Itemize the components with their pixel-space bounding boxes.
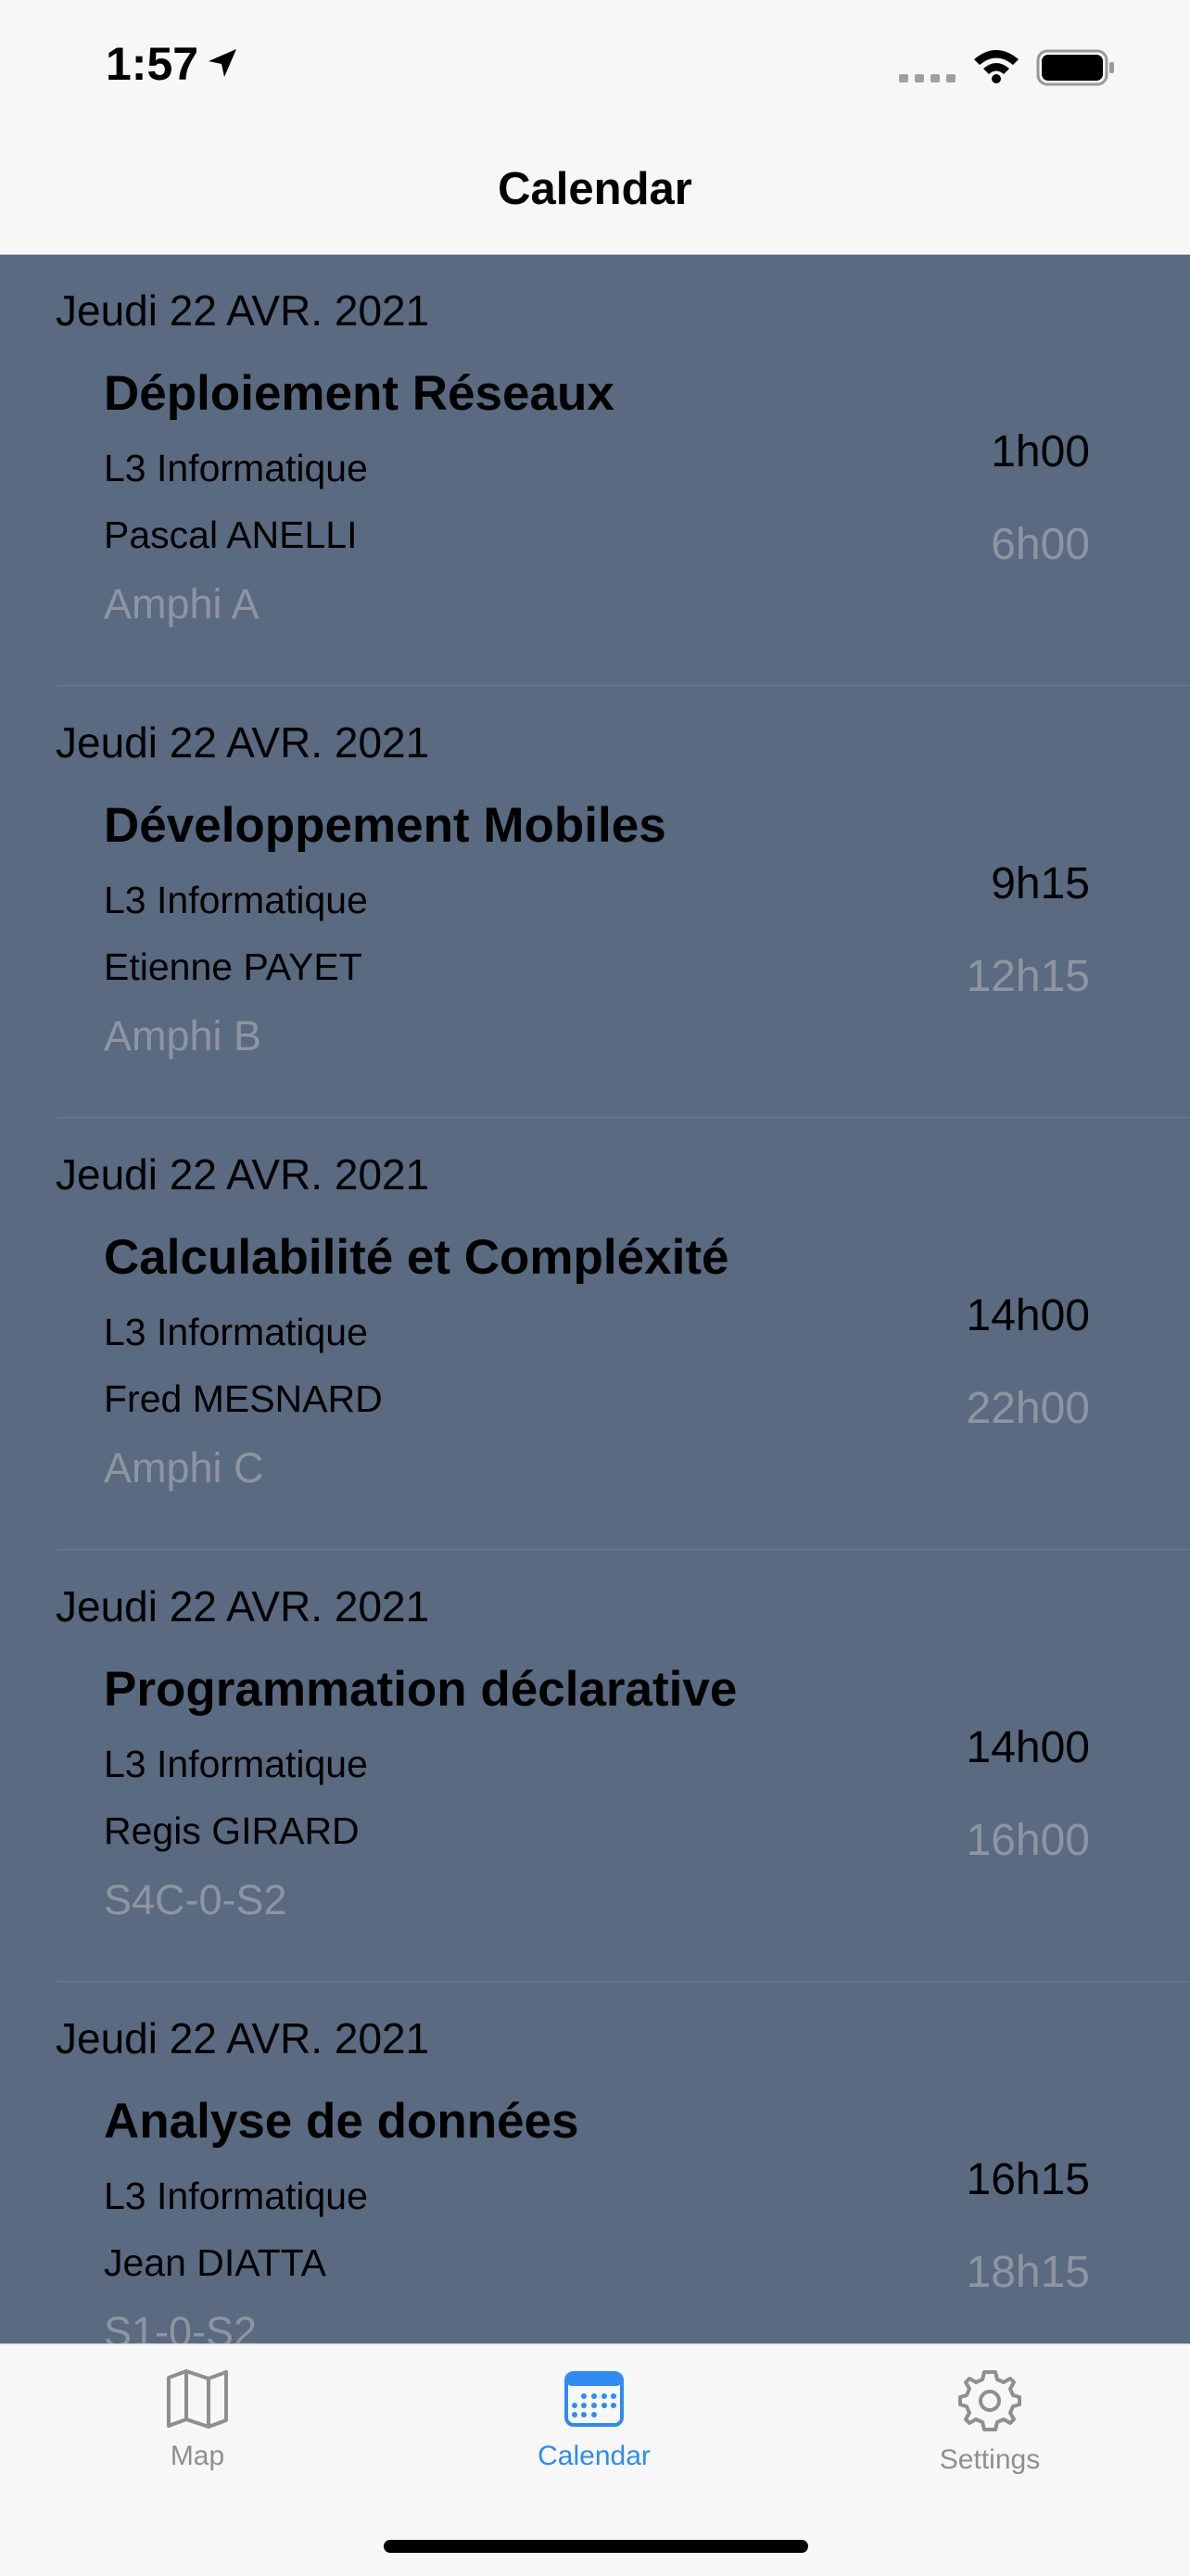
start-time: 9h15 xyxy=(991,859,1090,908)
tab-label: Map xyxy=(170,2441,225,2471)
start-time: 14h00 xyxy=(966,1723,1090,1772)
event-date: Jeudi 22 AVR. 2021 xyxy=(56,1582,430,1631)
tab-label: Calendar xyxy=(538,2441,651,2471)
course-group: L3 Informatique xyxy=(104,2175,368,2217)
home-indicator[interactable] xyxy=(384,2540,808,2553)
event-date: Jeudi 22 AVR. 2021 xyxy=(56,286,430,335)
tab-map[interactable]: Map xyxy=(86,2368,309,2498)
list-item[interactable]: Jeudi 22 AVR. 2021 Programmation déclara… xyxy=(0,1550,1190,1982)
list-item[interactable]: Jeudi 22 AVR. 2021 Analyse de données L3… xyxy=(0,1982,1190,2343)
status-bar: 1:57 xyxy=(0,0,1190,130)
calendar-icon xyxy=(564,2371,624,2427)
course-room: S4C-0-S2 xyxy=(104,1876,287,1923)
course-title: Développement Mobiles xyxy=(104,798,666,853)
list-item[interactable]: Jeudi 22 AVR. 2021 Développement Mobiles… xyxy=(0,686,1190,1118)
start-time: 16h15 xyxy=(966,2155,1090,2204)
event-date: Jeudi 22 AVR. 2021 xyxy=(56,1150,430,1199)
course-teacher: Pascal ANELLI xyxy=(104,514,358,556)
course-teacher: Jean DIATTA xyxy=(104,2241,326,2284)
end-time: 22h00 xyxy=(966,1384,1090,1433)
list-item[interactable]: Jeudi 22 AVR. 2021 Déploiement Réseaux L… xyxy=(0,254,1190,686)
course-room: Amphi A xyxy=(104,580,260,628)
course-title: Analyse de données xyxy=(104,2094,579,2149)
course-group: L3 Informatique xyxy=(104,1743,368,1785)
battery-full-icon xyxy=(1036,49,1114,86)
course-room: Amphi B xyxy=(104,1012,262,1060)
status-time: 1:57 xyxy=(106,38,199,90)
course-title: Programmation déclarative xyxy=(104,1662,738,1717)
tab-settings[interactable]: Settings xyxy=(879,2368,1101,2498)
location-arrow-icon xyxy=(209,49,236,77)
course-room: S1-0-S2 xyxy=(104,2308,258,2343)
course-group: L3 Informatique xyxy=(104,447,368,489)
list-item[interactable]: Jeudi 22 AVR. 2021 Calculabilité et Comp… xyxy=(0,1118,1190,1550)
start-time: 1h00 xyxy=(991,427,1090,476)
event-date: Jeudi 22 AVR. 2021 xyxy=(56,718,430,767)
end-time: 6h00 xyxy=(991,520,1090,569)
map-icon xyxy=(167,2369,228,2429)
course-title: Déploiement Réseaux xyxy=(104,366,614,421)
end-time: 12h15 xyxy=(966,952,1090,1001)
wifi-icon xyxy=(974,50,1019,83)
tab-label: Settings xyxy=(939,2444,1041,2475)
course-title: Calculabilité et Compléxité xyxy=(104,1230,729,1285)
course-room: Amphi C xyxy=(104,1444,264,1491)
course-teacher: Fred MESNARD xyxy=(104,1377,383,1420)
gear-icon xyxy=(958,2370,1021,2431)
end-time: 18h15 xyxy=(966,2248,1090,2297)
course-group: L3 Informatique xyxy=(104,879,368,921)
tab-calendar[interactable]: Calendar xyxy=(483,2368,705,2498)
cellular-signal-icon xyxy=(899,74,956,82)
start-time: 14h00 xyxy=(966,1291,1090,1340)
course-teacher: Regis GIRARD xyxy=(104,1809,360,1852)
end-time: 16h00 xyxy=(966,1816,1090,1865)
event-list[interactable]: Jeudi 22 AVR. 2021 Déploiement Réseaux L… xyxy=(0,254,1190,2343)
event-date: Jeudi 22 AVR. 2021 xyxy=(56,2014,430,2062)
page-title: Calendar xyxy=(498,164,692,214)
course-teacher: Etienne PAYET xyxy=(104,945,362,988)
navigation-bar: Calendar xyxy=(0,130,1190,255)
course-group: L3 Informatique xyxy=(104,1311,368,1353)
